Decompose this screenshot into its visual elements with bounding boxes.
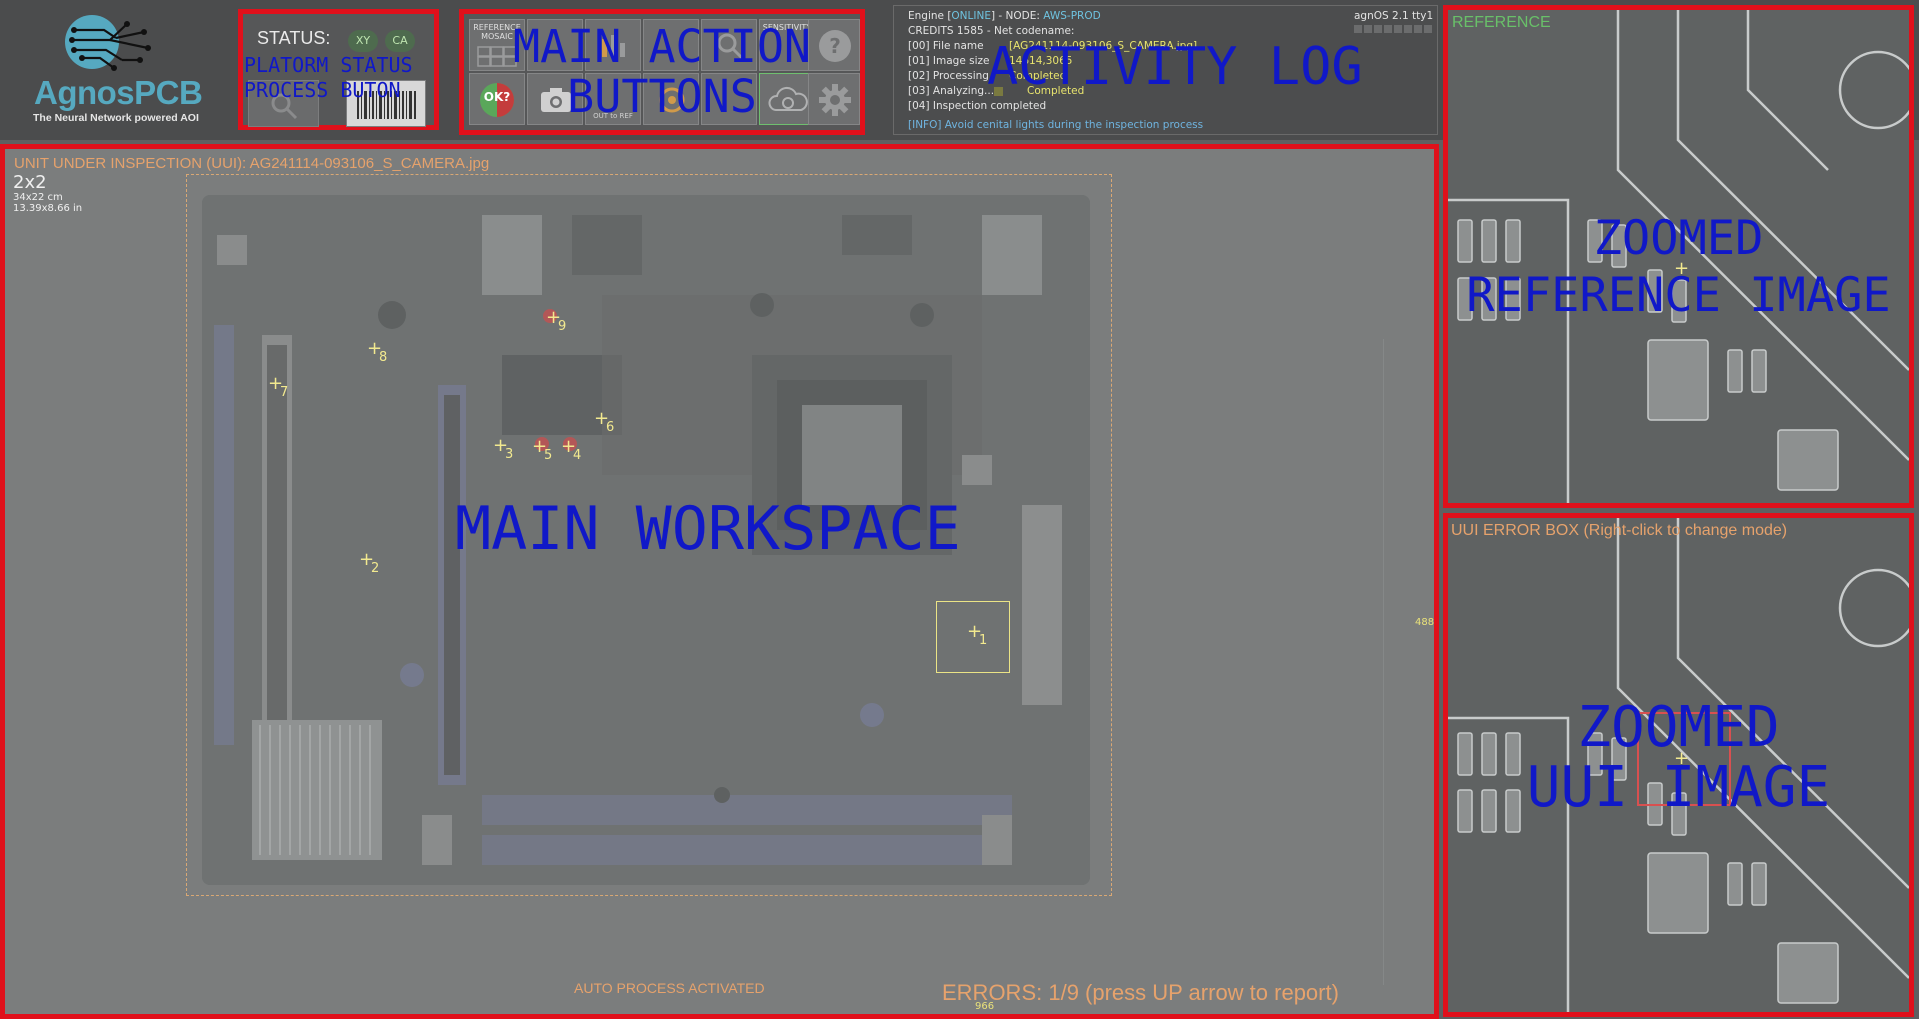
workspace-title: UNIT UNDER INSPECTION (UUI): AG241114-09…: [14, 155, 490, 172]
auto-process-status: AUTO PROCESS ACTIVATED: [574, 980, 765, 996]
dims-in: 13.39x8.66 in: [13, 203, 83, 214]
marker-number: 7: [280, 385, 289, 400]
reference-title: REFERENCE: [1452, 14, 1551, 31]
marker-number: 2: [371, 561, 380, 576]
actions-overlay-label-1: MAIN ACTION: [512, 20, 811, 73]
uui-overlay-label-2: UUI IMAGE: [1526, 755, 1831, 820]
engine-node-prefix: ] - NODE:: [990, 10, 1044, 22]
log-overlay-label: ACTIVITY LOG: [987, 37, 1363, 97]
grid-info: 2x2 34x22 cm 13.39x8.66 in: [13, 172, 83, 215]
marker-number: 5: [544, 448, 553, 463]
ruler-right-value: 488: [1415, 617, 1435, 628]
vertical-ruler: [1383, 339, 1384, 985]
marker-number: 4: [573, 448, 582, 463]
status-xy-indicator[interactable]: XY: [348, 30, 378, 52]
uui-zoom-title: UUI ERROR BOX (Right-click to change mod…: [1451, 522, 1788, 539]
credits-line: CREDITS 1585 - Net codename:: [908, 25, 1075, 37]
reference-overlay-label-1: ZOOMED: [1593, 211, 1764, 266]
log-info-line: [INFO] Avoid cenital lights during the i…: [908, 119, 1204, 131]
grid-size: 2x2: [13, 172, 47, 193]
log-label: [01] Image size: [908, 55, 990, 67]
engine-prefix: Engine [: [908, 10, 952, 22]
platform-status-panel: STATUS: XY CA PLATORM STATUS PROCESS BUT…: [238, 9, 439, 130]
workspace-overlay-label: MAIN WORKSPACE: [455, 494, 961, 564]
marker-number: 9: [558, 319, 567, 334]
log-label: [03] Analyzing...: [908, 85, 995, 97]
status-ca-indicator[interactable]: CA: [385, 30, 415, 52]
status-overlay-label-2: PROCESS BUTON: [244, 78, 401, 102]
main-workspace[interactable]: UNIT UNDER INSPECTION (UUI): AG241114-09…: [0, 144, 1439, 1019]
marker-number: 3: [505, 447, 514, 462]
progress-segments: [1354, 25, 1432, 33]
errors-counter[interactable]: ERRORS: 1/9 (press UP arrow to report): [942, 980, 1339, 1006]
marker-number: 6: [606, 420, 615, 435]
log-line-2: [02] Processing: [908, 70, 989, 82]
reference-zoom-panel[interactable]: REFERENCE + ZOOMED REFERENCE IMAGE: [1443, 5, 1914, 508]
uui-zoom-panel[interactable]: UUI ERROR BOX (Right-click to change mod…: [1443, 513, 1914, 1017]
main-action-buttons: REFERENCE MOSAIC SENSITIVITY ? OK? OUT t…: [459, 9, 865, 135]
engine-status-line: Engine [ONLINE] - NODE: AWS-PROD: [908, 10, 1101, 22]
log-line-3: [03] Analyzing...: [908, 85, 994, 97]
actions-overlay-label-2: BUTTONS: [567, 70, 757, 123]
log-label: [00] File name: [908, 40, 984, 52]
marker-number: 1: [979, 633, 988, 648]
dims-cm: 34x22 cm: [13, 192, 63, 203]
uui-overlay-label-1: ZOOMED: [1577, 695, 1780, 760]
logo-subtitle: The Neural Network powered AOI: [33, 112, 199, 124]
logo-title: AgnosPCB: [34, 74, 203, 111]
status-overlay-label-1: PLATORM STATUS: [244, 53, 413, 77]
app-logo: AgnosPCB The Neural Network powered AOI: [22, 12, 203, 130]
log-label: [02] Processing: [908, 70, 989, 82]
status-title: STATUS:: [257, 28, 331, 48]
os-version: agnOS 2.1 tty1: [1354, 10, 1434, 22]
logo-circuit-icon: [65, 15, 151, 71]
log-line-4: [04] Inspection completed: [908, 100, 1047, 112]
activity-log: Engine [ONLINE] - NODE: AWS-PROD agnOS 2…: [893, 5, 1438, 135]
marker-number: 8: [379, 350, 388, 365]
log-line-1: [01] Image size: [908, 55, 989, 67]
engine-node: AWS-PROD: [1043, 10, 1101, 22]
reference-overlay-label-2: REFERENCE IMAGE: [1466, 268, 1891, 323]
engine-online-status: ONLINE: [951, 10, 991, 22]
log-line-0: [00] File name: [908, 40, 984, 52]
